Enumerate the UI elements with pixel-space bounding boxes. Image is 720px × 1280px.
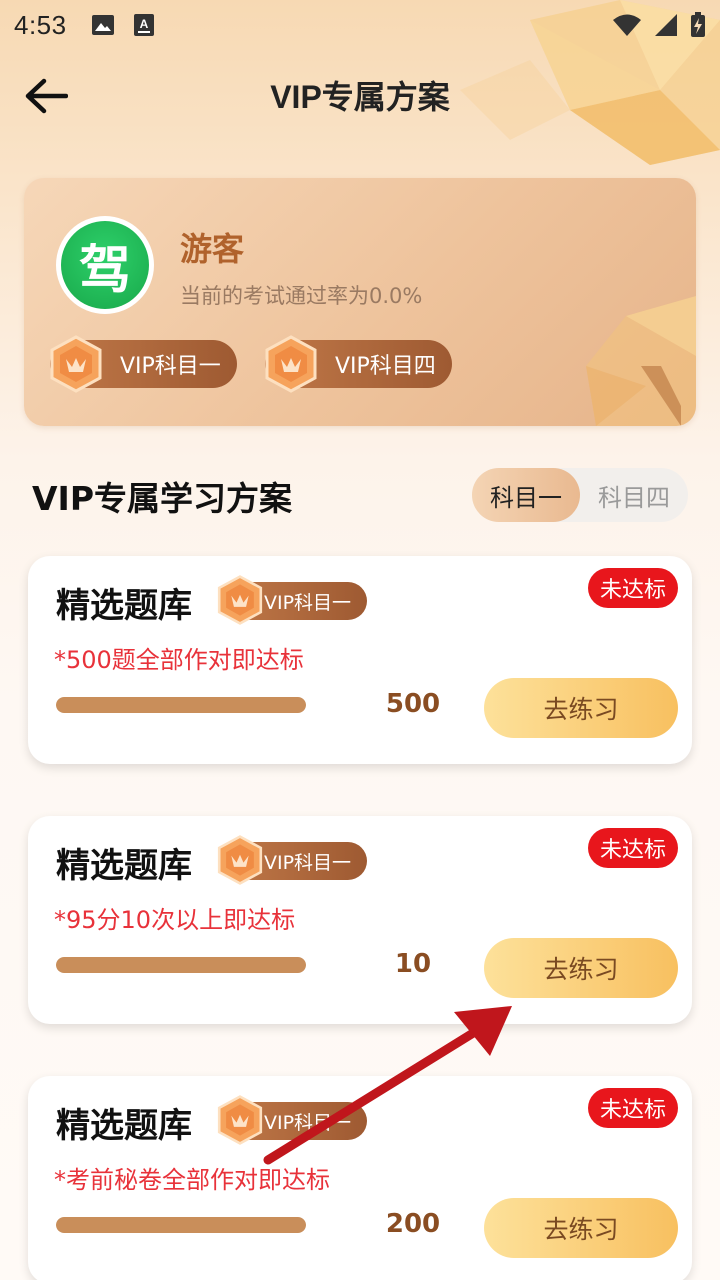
- avatar: 驾: [56, 216, 154, 314]
- status-badge: 未达标: [587, 828, 678, 868]
- status-badge: 未达标: [587, 1088, 678, 1128]
- vip-hexagon-icon: [217, 1095, 263, 1145]
- practice-button[interactable]: 去练习: [484, 678, 678, 738]
- task-vip-badge: VIP科目一: [217, 835, 368, 885]
- task-count: 500: [385, 689, 441, 719]
- progress-bar: [56, 1217, 306, 1233]
- page-title: VIP专属方案: [270, 79, 450, 115]
- task-vip-label: VIP科目一: [264, 1111, 352, 1134]
- subject-toggle: 科目一 科目四: [472, 468, 688, 522]
- signal-icon: [655, 14, 677, 36]
- nav-bar: VIP专属方案: [0, 60, 720, 130]
- back-button[interactable]: [18, 68, 74, 124]
- task-card: 精选题库 VIP科目一 未达标 *95分10次以上即达标 10 去练习: [28, 816, 692, 1024]
- card-gem-decoration: [586, 296, 696, 426]
- tab-subject-one[interactable]: 科目一: [472, 468, 580, 522]
- vip-badge-label: VIP科目一: [120, 354, 221, 379]
- section-title: VIP专属学习方案: [32, 479, 293, 518]
- progress-fill: [56, 957, 306, 973]
- avatar-logo: 驾: [61, 221, 149, 309]
- text-notification-icon: A: [133, 14, 154, 36]
- status-badge: 未达标: [587, 568, 678, 608]
- task-requirement: *95分10次以上即达标: [54, 906, 296, 934]
- vip-hexagon-icon: [265, 335, 317, 393]
- vip-badge-subject-four: VIP科目四: [265, 335, 452, 393]
- user-info-card: 驾 游客 当前的考试通过率为0.0% VIP科目一 VIP科目四: [24, 178, 696, 426]
- task-vip-label: VIP科目一: [264, 851, 352, 874]
- progress-fill: [56, 1217, 306, 1233]
- task-title: 精选题库: [56, 586, 192, 626]
- vip-badge-label: VIP科目四: [335, 354, 436, 379]
- task-card: 精选题库 VIP科目一 未达标 *考前秘卷全部作对即达标 200 去练习: [28, 1076, 692, 1280]
- tab-subject-four[interactable]: 科目四: [580, 468, 688, 522]
- vip-hexagon-icon: [50, 335, 102, 393]
- practice-button[interactable]: 去练习: [484, 938, 678, 998]
- task-count: 10: [394, 949, 432, 979]
- task-card: 精选题库 VIP科目一 未达标 *500题全部作对即达标 500 去练习: [28, 556, 692, 764]
- vip-badge-subject-one: VIP科目一: [50, 335, 237, 393]
- progress-bar: [56, 957, 306, 973]
- task-count: 200: [385, 1209, 441, 1239]
- task-requirement: *考前秘卷全部作对即达标: [54, 1166, 330, 1194]
- vip-hexagon-icon: [217, 575, 263, 625]
- arrow-left-icon: [25, 78, 68, 114]
- task-title: 精选题库: [56, 846, 192, 886]
- vip-hexagon-icon: [217, 835, 263, 885]
- status-time: 4:53: [14, 9, 67, 40]
- status-bar: 4:53 A: [0, 0, 720, 50]
- task-vip-label: VIP科目一: [264, 591, 352, 614]
- pass-rate-text: 当前的考试通过率为0.0%: [180, 284, 423, 308]
- progress-bar: [56, 697, 306, 713]
- practice-button[interactable]: 去练习: [484, 1198, 678, 1258]
- task-vip-badge: VIP科目一: [217, 575, 368, 625]
- svg-text:A: A: [139, 17, 148, 31]
- image-notification-icon: [91, 15, 114, 35]
- user-name: 游客: [180, 230, 245, 268]
- task-title: 精选题库: [56, 1106, 192, 1146]
- task-requirement: *500题全部作对即达标: [54, 646, 304, 674]
- task-vip-badge: VIP科目一: [217, 1095, 368, 1145]
- progress-fill: [56, 697, 306, 713]
- wifi-icon: [613, 14, 641, 36]
- battery-icon: [691, 12, 705, 37]
